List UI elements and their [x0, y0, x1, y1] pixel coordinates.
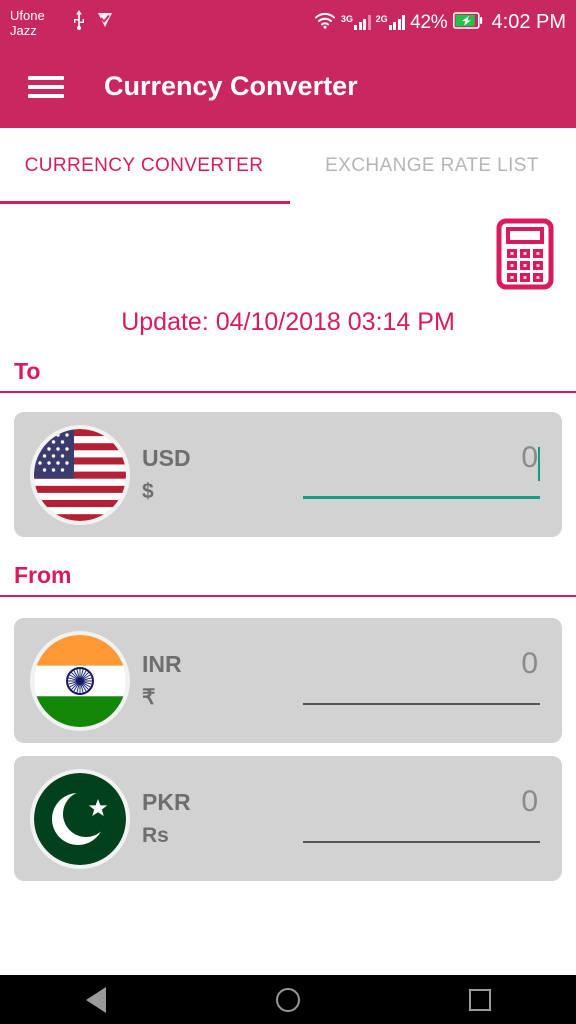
amount-input-inr[interactable] — [220, 646, 540, 681]
carrier-1-label: Ufone — [10, 7, 45, 23]
calculator-icon[interactable] — [496, 218, 554, 290]
network-2g-bars — [388, 15, 406, 30]
currency-row-pkr[interactable]: PKR Rs — [14, 756, 562, 881]
flag-usa-icon — [34, 428, 126, 521]
currency-row-inr[interactable]: INR ₹ — [14, 618, 562, 743]
section-to: To — [0, 358, 576, 393]
section-from-label: From — [14, 562, 72, 588]
currency-meta-pkr: PKR Rs — [142, 785, 220, 853]
currency-symbol-usd: $ — [142, 479, 154, 503]
media-play-icon — [96, 11, 114, 34]
tab-bar: CURRENCY CONVERTER EXCHANGE RATE LIST — [0, 128, 576, 204]
text-cursor — [538, 446, 540, 481]
battery-charging-icon — [452, 11, 483, 34]
section-to-label: To — [14, 358, 41, 384]
back-triangle-icon[interactable] — [36, 975, 156, 1024]
app-root: Ufone Jazz 3G 2G 42% 4:02 PM Currency Co… — [0, 0, 576, 1024]
status-bar: Ufone Jazz 3G 2G 42% 4:02 PM — [0, 0, 576, 45]
flag-india-icon — [34, 634, 126, 727]
wifi-icon — [314, 12, 336, 34]
tab-active-indicator — [0, 201, 290, 204]
currency-code-usd: USD — [142, 444, 191, 471]
network-3g-bars — [354, 15, 371, 30]
status-clock: 4:02 PM — [491, 11, 566, 33]
currency-code-pkr: PKR — [142, 788, 191, 815]
recents-square-icon[interactable] — [420, 975, 540, 1024]
amount-input-pkr[interactable] — [220, 784, 540, 819]
usb-icon — [72, 10, 86, 35]
hamburger-menu-icon[interactable] — [28, 71, 64, 103]
android-nav-bar — [0, 975, 576, 1024]
page-title: Currency Converter — [104, 71, 358, 101]
amount-underline-pkr — [303, 840, 540, 843]
tab-exchange-rate-list[interactable]: EXCHANGE RATE LIST — [288, 128, 576, 204]
section-from: From — [0, 562, 576, 597]
currency-row-usd[interactable]: USD $ — [14, 412, 562, 537]
amount-underline-usd — [303, 495, 540, 499]
last-update-label: Update: 04/10/2018 03:14 PM — [121, 308, 455, 336]
amount-input-usd[interactable] — [220, 440, 540, 475]
network-2g-label: 2G — [375, 14, 388, 24]
currency-meta-inr: INR ₹ — [142, 647, 220, 715]
section-from-divider — [0, 595, 576, 597]
currency-code-inr: INR — [142, 650, 182, 677]
amount-underline-inr — [303, 702, 540, 705]
currency-symbol-inr: ₹ — [142, 685, 156, 709]
amount-wrap-pkr — [220, 773, 540, 865]
carrier-2-label: Jazz — [10, 22, 37, 38]
amount-wrap-usd — [220, 429, 540, 521]
app-bar: Currency Converter — [0, 45, 576, 128]
network-3g-indicator: 3G — [341, 15, 371, 30]
battery-percent-label: 42% — [410, 11, 448, 33]
flag-pakistan-icon — [34, 772, 126, 865]
status-right-icons: 3G 2G 42% 4:02 PM — [314, 11, 566, 34]
tab-currency-converter[interactable]: CURRENCY CONVERTER — [0, 128, 288, 204]
status-left-icons — [72, 10, 114, 35]
section-to-divider — [0, 391, 576, 393]
carrier-labels: Ufone Jazz — [10, 8, 70, 38]
network-3g-label: 3G — [341, 14, 354, 24]
home-circle-icon[interactable] — [228, 975, 348, 1024]
amount-wrap-inr — [220, 635, 540, 727]
currency-meta-usd: USD $ — [142, 441, 220, 509]
currency-symbol-pkr: Rs — [142, 823, 169, 847]
network-2g-indicator: 2G — [376, 15, 406, 30]
